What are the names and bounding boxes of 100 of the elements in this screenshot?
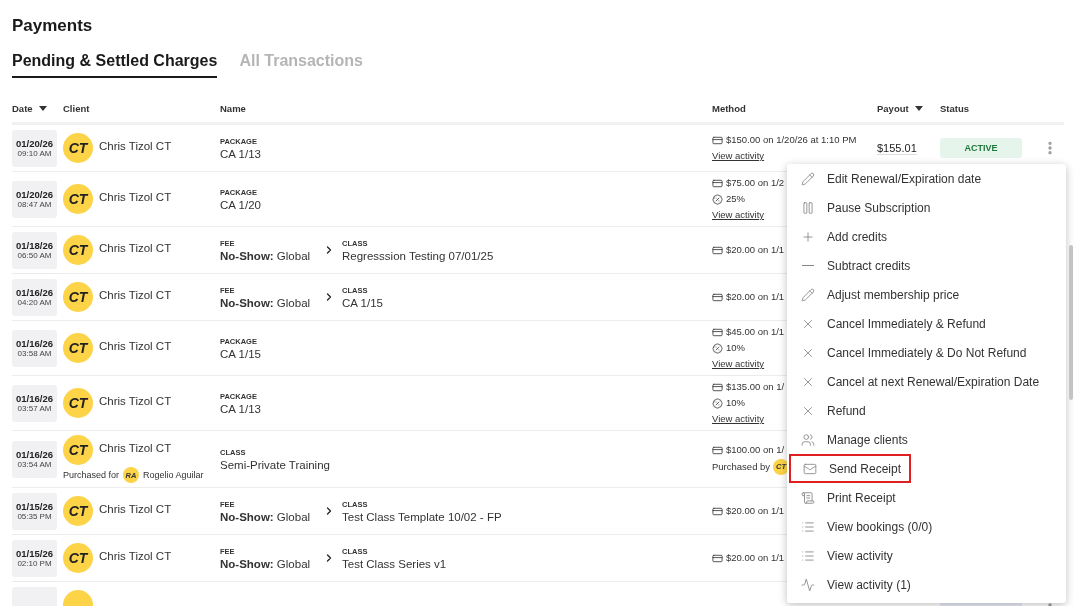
client-name: Chris Tizol CT [99,242,172,254]
client-name: Chris Tizol CT [99,395,172,407]
payment-amount: $20.00 on 1/1 [726,290,785,304]
menu-item[interactable]: Edit Renewal/Expiration date [787,164,990,193]
menu-item[interactable]: Send Receipt [789,454,912,483]
client-avatar: CT [63,184,93,214]
menu-item[interactable]: Print Receipt [787,483,904,512]
client-name: Chris Tizol CT [99,140,172,152]
column-header: Client [63,103,90,114]
card-icon [712,326,723,338]
card-icon [712,381,723,393]
date-badge: 01/18/26 06:50 AM [12,231,57,269]
list-icon [801,519,815,534]
discount-value: 10% [726,341,745,355]
client-avatar: CT [63,543,93,573]
client-name: Chris Tizol CT [99,503,172,515]
item-name: CA 1/15 [342,296,384,309]
card-icon [712,177,723,189]
date-badge: 01/15/26 05:35 PM [12,492,57,530]
mail-icon [803,461,817,476]
client-avatar: CT [63,133,93,163]
date-badge: 01/20/26 09:10 AM [12,129,57,167]
card-icon [712,244,723,256]
payment-amount: $20.00 on 1/1 [726,504,785,518]
list-icon [801,548,815,563]
activity-icon [801,577,815,592]
menu-item[interactable]: Add credits [787,222,896,251]
menu-item[interactable]: Refund [787,396,874,425]
item-name: CA 1/13 [220,147,262,160]
menu-item[interactable]: View bookings (0/0) [787,512,941,541]
column-header: Status [940,103,970,114]
client-avatar: CT [63,435,93,465]
purchased-by-label: Purchased by [712,460,771,474]
payment-amount: $20.00 on 1/1 [726,551,785,565]
item-name: Test Class Template 10/02 - FP [342,510,503,523]
card-icon [712,505,723,517]
payment-amount: $20.00 on 1/1 [726,243,785,257]
payment-amount: $45.00 on 1/1 [726,325,785,339]
menu-item[interactable]: Cancel Immediately & Refund [787,309,994,338]
item-name: No-Show: Global [220,510,312,523]
client-name: Chris Tizol CT [99,289,172,301]
item-name: No-Show: Global [220,249,312,262]
payment-amount: $75.00 on 1/2 [726,176,785,190]
discount-icon [712,342,723,354]
pause-icon [801,200,815,215]
client-avatar: CT [63,333,93,363]
client-name: Chris Tizol CT [99,550,172,562]
status-badge: ACTIVE [940,138,1022,158]
discount-icon [712,193,723,205]
card-icon [712,552,723,564]
payment-amount: $135.00 on 1/ [726,380,785,394]
sort-caret-icon [914,106,923,111]
client-name: Chris Tizol CT [99,191,172,203]
item-name: CA 1/20 [220,198,262,211]
column-header: Name [220,103,246,114]
date-badge: 01/16/26 03:57 AM [12,384,57,422]
menu-item[interactable]: Manage clients [787,425,916,454]
menu-item[interactable]: Adjust membership price [787,280,968,309]
pencil-icon [801,287,815,302]
item-name: No-Show: Global [220,296,312,309]
item-name: Test Class Series v1 [342,557,448,570]
menu-item[interactable]: Cancel at next Renewal/Expiration Date [787,367,1048,396]
client-name: Chris Tizol CT [99,442,172,454]
item-name: CA 1/15 [220,347,262,360]
menu-item[interactable]: View activity [787,541,901,570]
date-badge: 01/15/26 02:10 PM [12,539,57,577]
menu-item[interactable]: Subtract credits [787,251,919,280]
column-header[interactable]: Date [12,103,47,114]
pencil-icon [801,171,815,186]
item-name: Semi-Private Training [220,458,331,471]
menu-item[interactable]: View activity (1) [787,570,919,599]
card-icon [712,444,723,456]
item-name: No-Show: Global [220,557,312,570]
discount-value: 10% [726,396,745,410]
menu-item[interactable]: Cancel Immediately & Do Not Refund [787,338,1035,367]
column-header[interactable]: Payout [877,103,923,114]
minus-icon [802,264,814,267]
client-avatar: CT [63,235,93,265]
tab[interactable]: Pending & Settled Charges [12,52,218,78]
client-name: Chris Tizol CT [99,340,172,352]
card-icon [712,134,723,146]
date-badge: 01/20/26 08:47 AM [12,180,57,218]
date-badge: 01/16/26 03:58 AM [12,329,57,367]
payment-amount: $100.00 on 1/ [726,443,785,457]
page-title: Payments [12,16,94,36]
item-name: CA 1/13 [220,402,262,415]
payout-amount[interactable]: $155.01 [877,141,917,155]
discount-icon [712,397,723,409]
menu-item[interactable]: Pause Subscription [787,193,939,222]
payment-amount: $150.00 on 1/20/26 at 1:10 PM [726,133,857,147]
receipt-icon [801,490,815,505]
client-avatar: CT [63,282,93,312]
sort-caret-icon [38,106,47,111]
discount-value: 25% [726,192,745,206]
column-header: Method [712,103,746,114]
date-badge: 01/16/26 03:54 AM [12,440,57,478]
client-avatar: CT [63,496,93,526]
view-activity-link[interactable]: View activity [712,149,877,163]
item-name: Regresssion Testing 07/01/25 [342,249,495,262]
scrollbar-thumb[interactable] [1069,245,1073,400]
